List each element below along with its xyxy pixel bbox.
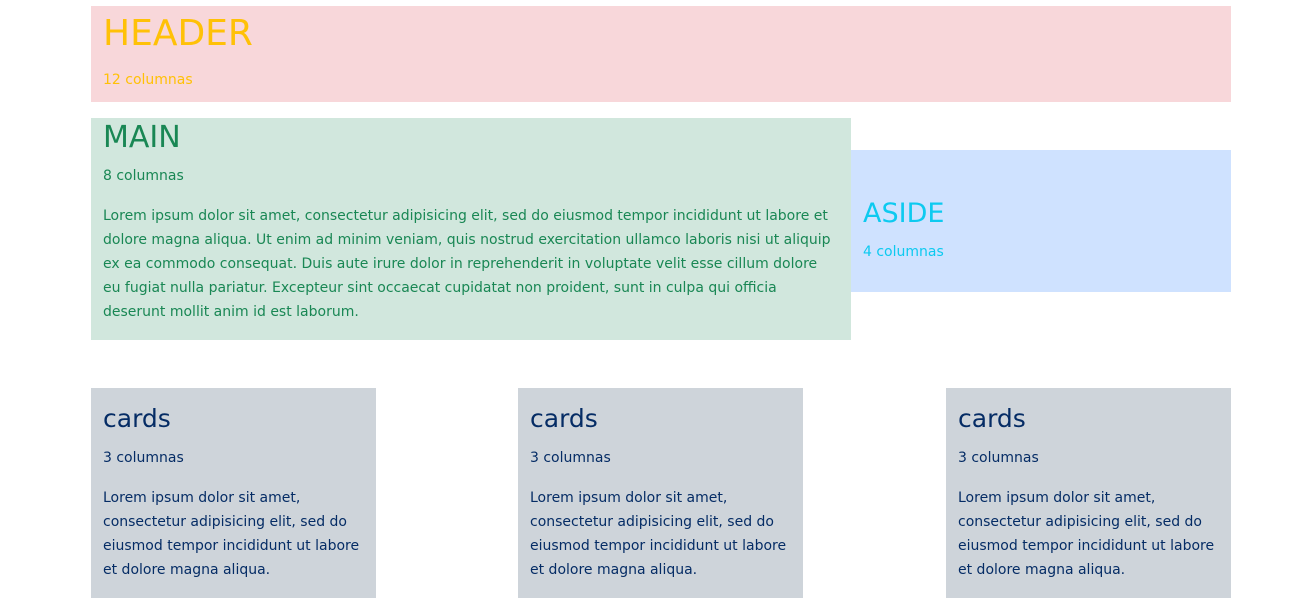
aside-columns-label: 4 columnas <box>863 244 944 260</box>
card-paragraph: Lorem ipsum dolor sit amet, consectetur … <box>103 490 360 578</box>
card-columns-label: 3 columnas <box>530 450 611 466</box>
card-columns-label: 3 columnas <box>103 450 184 466</box>
header-section: HEADER 12 columnas <box>91 6 1231 102</box>
header-columns-label: 12 columnas <box>103 72 193 88</box>
aside-section: ASIDE 4 columnas <box>851 150 1231 292</box>
main-title: MAIN <box>103 120 181 155</box>
aside-title: ASIDE <box>863 198 945 229</box>
main-columns-label: 8 columnas <box>103 168 184 184</box>
main-paragraph: Lorem ipsum dolor sit amet, consectetur … <box>103 208 831 320</box>
card-paragraph: Lorem ipsum dolor sit amet, consectetur … <box>530 490 787 578</box>
card-columns-label: 3 columnas <box>958 450 1039 466</box>
card-title: cards <box>103 404 171 433</box>
card-paragraph: Lorem ipsum dolor sit amet, consectetur … <box>958 490 1215 578</box>
card: cards 3 columnas Lorem ipsum dolor sit a… <box>91 388 376 598</box>
card: cards 3 columnas Lorem ipsum dolor sit a… <box>518 388 803 598</box>
header-title: HEADER <box>103 13 253 54</box>
card-title: cards <box>958 404 1026 433</box>
page: HEADER 12 columnas MAIN 8 columnas Lorem… <box>0 0 1306 605</box>
card: cards 3 columnas Lorem ipsum dolor sit a… <box>946 388 1231 598</box>
card-title: cards <box>530 404 598 433</box>
main-section: MAIN 8 columnas Lorem ipsum dolor sit am… <box>91 118 851 340</box>
